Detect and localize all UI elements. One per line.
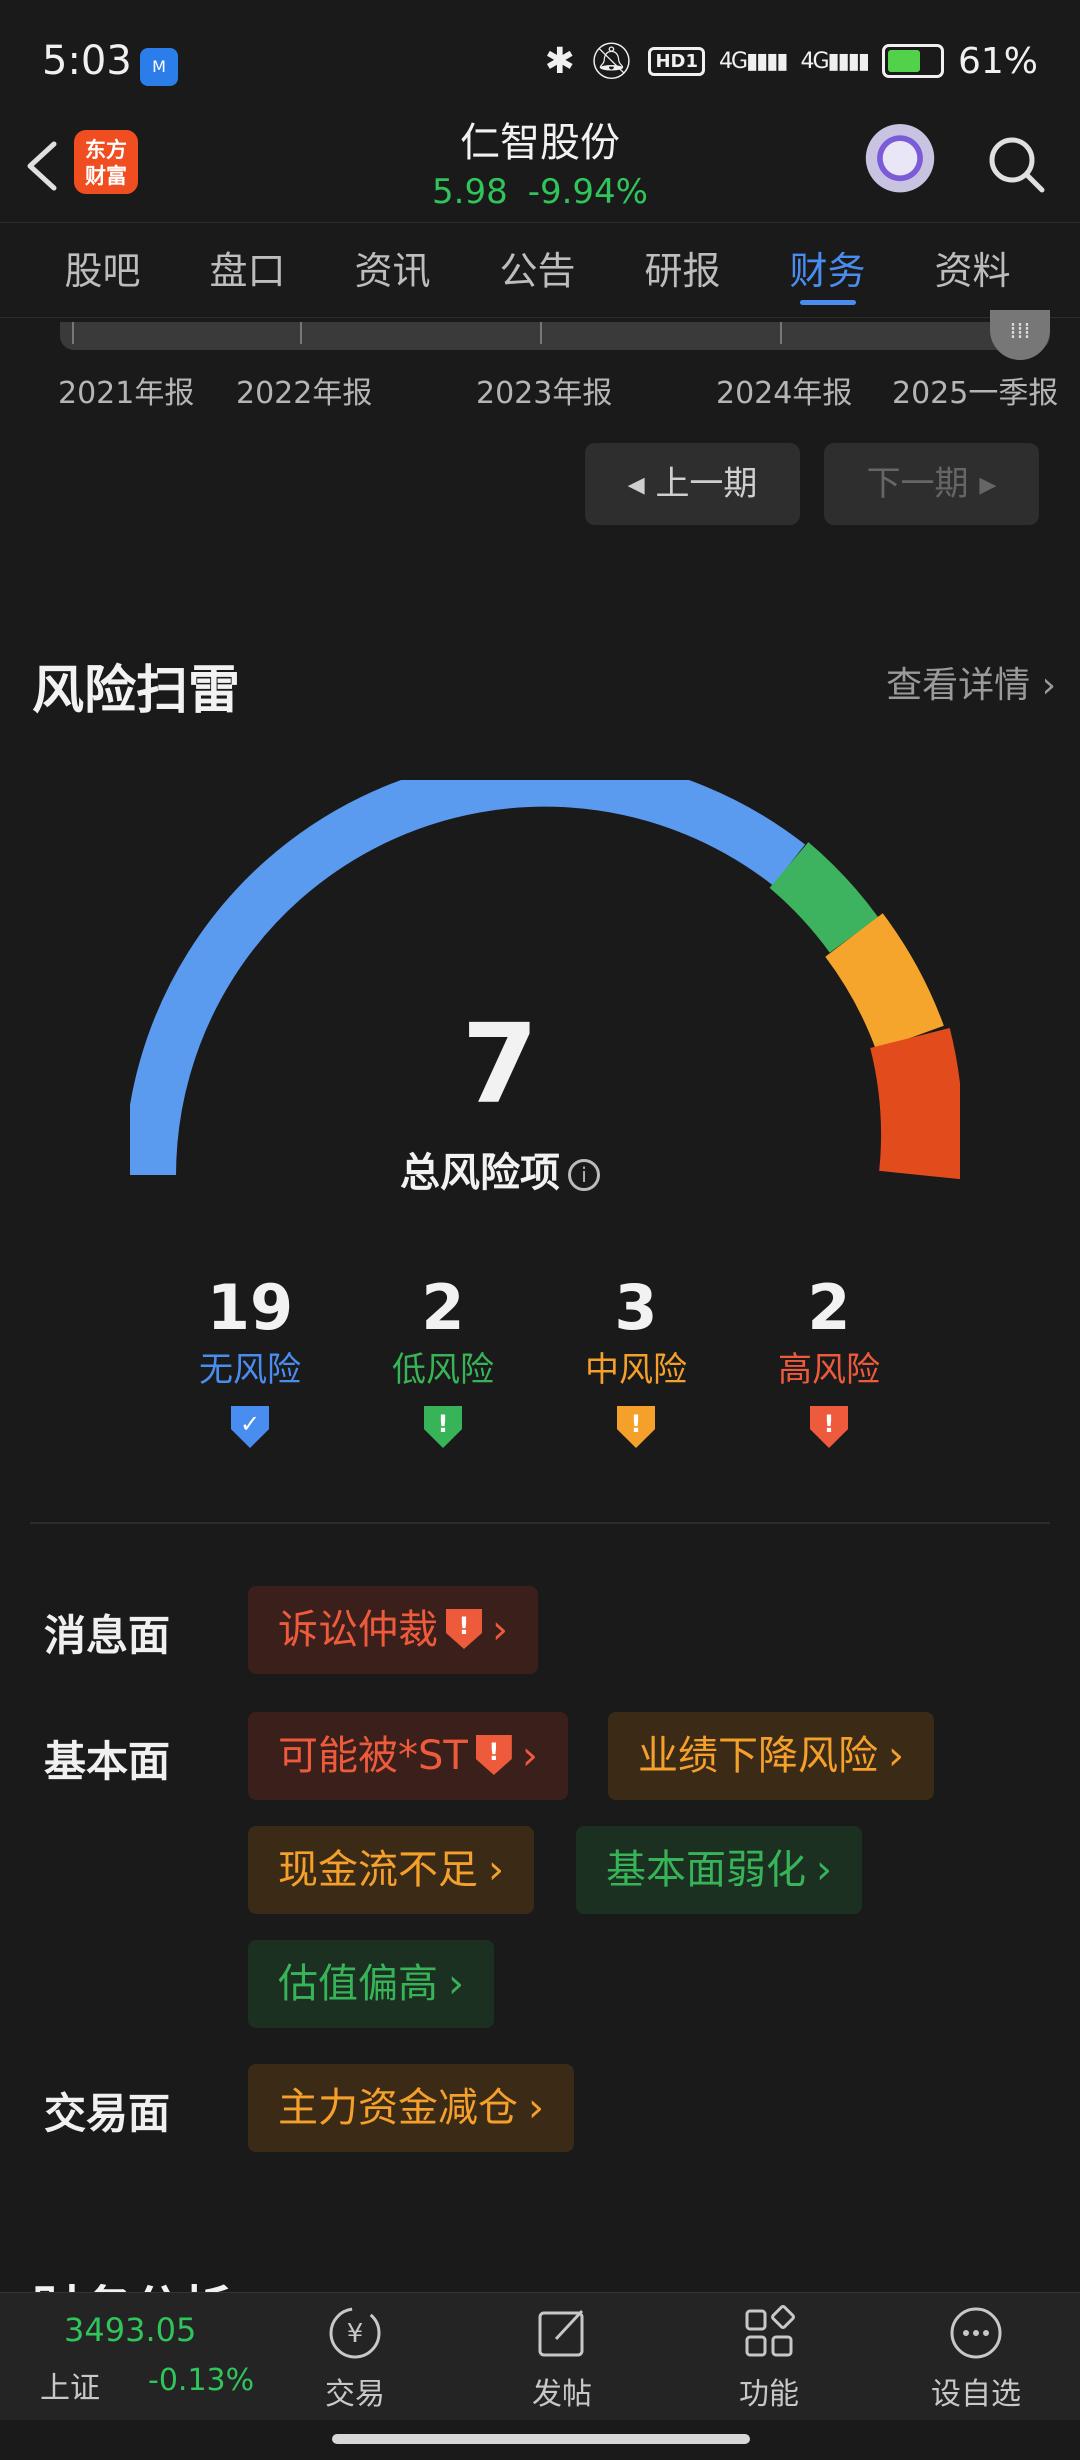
svg-text:¥: ¥ xyxy=(347,2319,364,2349)
total-risk-count: 7 xyxy=(461,1000,539,1128)
chevron-right-icon: › xyxy=(488,1847,504,1893)
timeline-tick xyxy=(300,322,302,344)
gauge-segment-low-risk xyxy=(769,842,879,954)
risk-chip[interactable]: 估值偏高 › xyxy=(248,1940,494,2028)
total-risk-label: 总风险项 i xyxy=(0,1140,1000,1198)
bottom-bar: 3493.05 上证 -0.13% ¥ 交易 发帖 功能 设自选 xyxy=(0,2292,1080,2420)
stock-change: -9.94% xyxy=(527,172,648,212)
risk-counts: 19 无风险 ✓ 2 低风险 ! 3 中风险 ! 2 高风险 ! xyxy=(0,1270,1080,1470)
index-value[interactable]: 3493.05 xyxy=(64,2311,196,2349)
chevron-right-icon: › xyxy=(448,1961,464,2007)
risk-chip[interactable]: 现金流不足 › xyxy=(248,1826,534,1914)
timeline-tick xyxy=(540,322,542,344)
info-icon[interactable]: i xyxy=(568,1159,600,1191)
risk-count-none[interactable]: 19 无风险 ✓ xyxy=(160,1270,340,1448)
nav-post[interactable]: 发帖 xyxy=(487,2303,637,2413)
chevron-right-icon: › xyxy=(521,1733,538,1779)
risk-chip[interactable]: 主力资金减仓 › xyxy=(248,2064,574,2152)
status-icons: ✱ 🔕︎ HD1 4G▮▮▮▮ 4G▮▮▮▮ 61% xyxy=(544,40,1038,83)
index-name[interactable]: 上证 xyxy=(40,2363,100,2407)
tab-4[interactable]: 研报 xyxy=(610,223,755,317)
risk-chip[interactable]: 诉讼仲裁! › xyxy=(248,1586,538,1674)
battery-icon xyxy=(881,44,944,78)
tab-1[interactable]: 盘口 xyxy=(175,223,320,317)
timeline-slider-thumb[interactable]: ⁞⁞⁞ xyxy=(990,310,1050,360)
signal-icon-2: 4G▮▮▮▮ xyxy=(800,48,870,74)
search-icon[interactable] xyxy=(984,132,1048,196)
stock-price: 5.98 xyxy=(432,172,508,212)
timeline-label[interactable]: 2023年报 xyxy=(476,368,612,412)
prev-period-button[interactable]: ◂ 上一期 xyxy=(585,443,800,525)
nav-trade[interactable]: ¥ 交易 xyxy=(280,2303,430,2413)
tab-0[interactable]: 股吧 xyxy=(30,223,175,317)
status-bar: 5:03 M ✱ 🔕︎ HD1 4G▮▮▮▮ 4G▮▮▮▮ 61% xyxy=(0,0,1080,125)
risk-count-low[interactable]: 2 低风险 ! xyxy=(353,1270,533,1448)
next-period-button[interactable]: 下一期 ▸ xyxy=(824,443,1039,525)
robot-assistant-icon[interactable] xyxy=(862,124,938,200)
index-change[interactable]: -0.13% xyxy=(148,2363,254,2398)
status-time: 5:03 xyxy=(42,38,132,84)
bluetooth-icon: ✱ xyxy=(544,40,575,82)
report-timeline[interactable] xyxy=(60,322,1050,350)
timeline-label[interactable]: 2021年报 xyxy=(58,368,194,412)
more-icon xyxy=(950,2307,1002,2359)
timeline-tick xyxy=(72,322,74,344)
edit-icon xyxy=(538,2309,584,2357)
timeline-labels: 2021年报 2022年报 2023年报 2024年报 2025一季报 xyxy=(0,368,1080,411)
chevron-right-icon: › xyxy=(528,2085,544,2131)
risk-chip[interactable]: 可能被*ST! › xyxy=(248,1712,568,1800)
nav-add-watchlist[interactable]: 设自选 xyxy=(901,2303,1051,2413)
shield-alert-icon: ! xyxy=(617,1406,655,1448)
grid-icon xyxy=(745,2305,795,2357)
chevron-right-icon: › xyxy=(888,1733,904,1779)
tab-6[interactable]: 资料 xyxy=(900,223,1045,317)
yuan-exchange-icon: ¥ xyxy=(329,2307,381,2359)
risk-count-high[interactable]: 2 高风险 ! xyxy=(739,1270,919,1448)
risk-gauge xyxy=(130,780,960,1180)
battery-percent: 61% xyxy=(957,40,1038,82)
view-details-link[interactable]: 查看详情 › xyxy=(886,656,1056,708)
row-label-fundamental: 基本面 xyxy=(44,1737,171,1786)
risk-count-mid[interactable]: 3 中风险 ! xyxy=(546,1270,726,1448)
shield-check-icon: ✓ xyxy=(231,1406,269,1448)
signal-icon-1: 4G▮▮▮▮ xyxy=(719,48,788,74)
timeline-label[interactable]: 2025一季报 xyxy=(892,368,1058,412)
risk-chip[interactable]: 基本面弱化 › xyxy=(576,1826,862,1914)
timeline-tick xyxy=(780,322,782,344)
tab-5[interactable]: 财务 xyxy=(755,223,900,317)
mute-bell-icon: 🔕︎ xyxy=(588,41,635,82)
row-label-news: 消息面 xyxy=(44,1611,171,1660)
nav-functions[interactable]: 功能 xyxy=(694,2303,844,2413)
hd-badge: HD1 xyxy=(648,46,706,76)
tab-2[interactable]: 资讯 xyxy=(320,223,465,317)
warning-shield-icon: ! xyxy=(475,1735,512,1775)
shield-alert-icon: ! xyxy=(424,1406,462,1448)
timeline-label[interactable]: 2022年报 xyxy=(236,368,372,412)
row-label-trading: 交易面 xyxy=(44,2089,171,2138)
stock-header: 东方 财富 仁智股份 5.98 -9.94% xyxy=(0,110,1080,222)
chevron-right-icon: › xyxy=(816,1847,832,1893)
home-indicator[interactable] xyxy=(332,2434,750,2444)
app-notification-icon: M xyxy=(140,48,178,86)
shield-alert-icon: ! xyxy=(810,1406,848,1448)
timeline-label[interactable]: 2024年报 xyxy=(716,368,852,412)
section-title: 风险扫雷 xyxy=(32,661,241,721)
warning-shield-icon: ! xyxy=(446,1609,482,1649)
divider xyxy=(30,1522,1050,1524)
chevron-right-icon: › xyxy=(492,1607,508,1653)
next-section-title: 财务分析 xyxy=(32,2270,232,2292)
tab-bar: 股吧 盘口 资讯 公告 研报 财务 资料 xyxy=(0,222,1080,318)
tab-3[interactable]: 公告 xyxy=(465,223,610,317)
risk-chip[interactable]: 业绩下降风险 › xyxy=(608,1712,934,1800)
